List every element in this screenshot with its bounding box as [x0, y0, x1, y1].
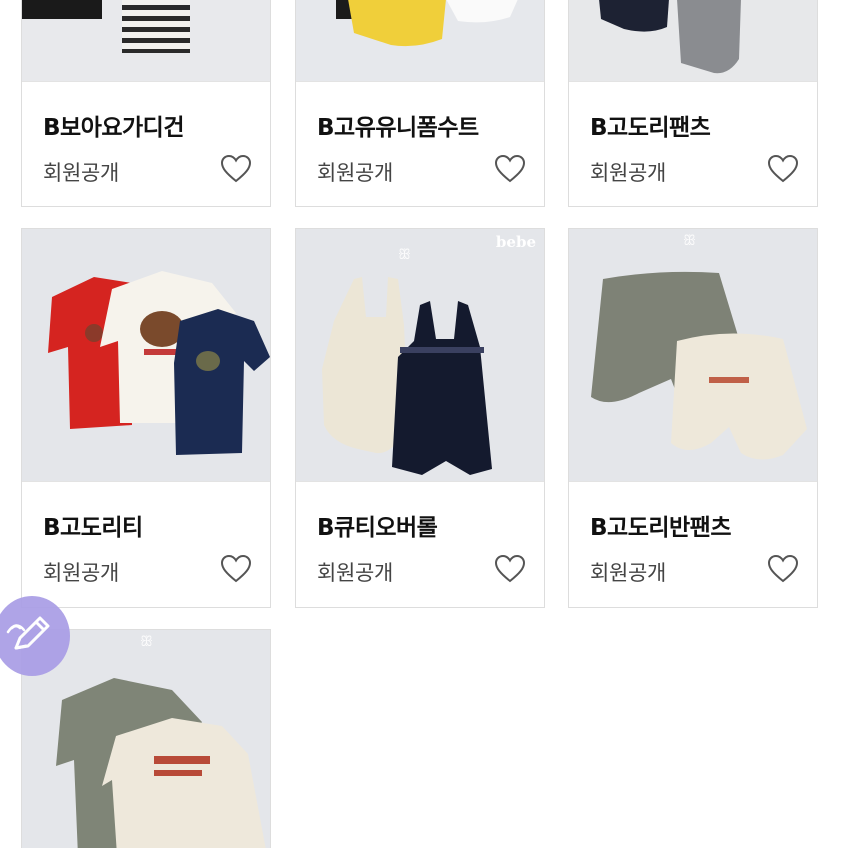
product-image[interactable] — [296, 0, 544, 81]
product-name: B고도리반팬츠 — [590, 515, 732, 541]
product-card[interactable]: B고도리티 회원공개 — [21, 228, 271, 608]
heart-outline-icon[interactable] — [494, 154, 526, 184]
product-image[interactable] — [22, 0, 270, 81]
product-name: B보아요가디건 — [43, 115, 185, 141]
product-name: B고도리팬츠 — [590, 115, 711, 141]
brand-logo-icon: ꕥ — [140, 634, 153, 650]
t-shirts-image — [22, 229, 270, 481]
product-price: 회원공개 — [317, 161, 394, 185]
product-info: B고도리팬츠 회원공개 — [569, 81, 817, 206]
watermark: bebe — [495, 233, 536, 251]
product-price: 회원공개 — [43, 561, 120, 585]
heart-outline-icon[interactable] — [220, 554, 252, 584]
product-price: 회원공개 — [317, 561, 394, 585]
brand-logo-icon: ꕥ — [398, 247, 411, 263]
product-name: B고도리티 — [43, 515, 143, 541]
product-image[interactable] — [569, 0, 817, 81]
short-pants-image — [569, 229, 817, 481]
product-card[interactable]: B고유유니폼수트 회원공개 — [295, 0, 545, 207]
pants-image — [569, 0, 817, 81]
heart-outline-icon[interactable] — [767, 154, 799, 184]
product-grid-page: B보아요가디건 회원공개 B고유유니폼수트 회원공개 B고도리팬츠 회원공개 B… — [0, 0, 848, 848]
uniform-suit-image — [296, 0, 544, 81]
striped-cardigan-image — [22, 0, 270, 81]
heart-outline-icon[interactable] — [220, 154, 252, 184]
product-info: B고유유니폼수트 회원공개 — [296, 81, 544, 206]
heart-outline-icon[interactable] — [494, 554, 526, 584]
product-card[interactable]: B보아요가디건 회원공개 — [21, 0, 271, 207]
product-card[interactable]: bebe ꕥ B큐티오버롤 회원공개 — [295, 228, 545, 608]
product-info: B보아요가디건 회원공개 — [22, 81, 270, 206]
heart-outline-icon[interactable] — [767, 554, 799, 584]
product-price: 회원공개 — [590, 561, 667, 585]
product-price: 회원공개 — [590, 161, 667, 185]
product-card[interactable]: B고도리팬츠 회원공개 — [568, 0, 818, 207]
product-info: B고도리티 회원공개 — [22, 481, 270, 607]
product-name: B큐티오버롤 — [317, 515, 438, 541]
overalls-image — [296, 229, 544, 481]
pencil-icon — [6, 616, 50, 650]
product-info: B고도리반팬츠 회원공개 — [569, 481, 817, 607]
product-image[interactable] — [22, 229, 270, 481]
product-name: B고유유니폼수트 — [317, 115, 479, 141]
product-info: B큐티오버롤 회원공개 — [296, 481, 544, 607]
product-card[interactable]: ꕥ B고도리반팬츠 회원공개 — [568, 228, 818, 608]
brand-logo-icon: ꕥ — [683, 233, 696, 249]
product-image[interactable]: ꕥ — [569, 229, 817, 481]
product-price: 회원공개 — [43, 161, 120, 185]
product-image[interactable]: bebe ꕥ — [296, 229, 544, 481]
